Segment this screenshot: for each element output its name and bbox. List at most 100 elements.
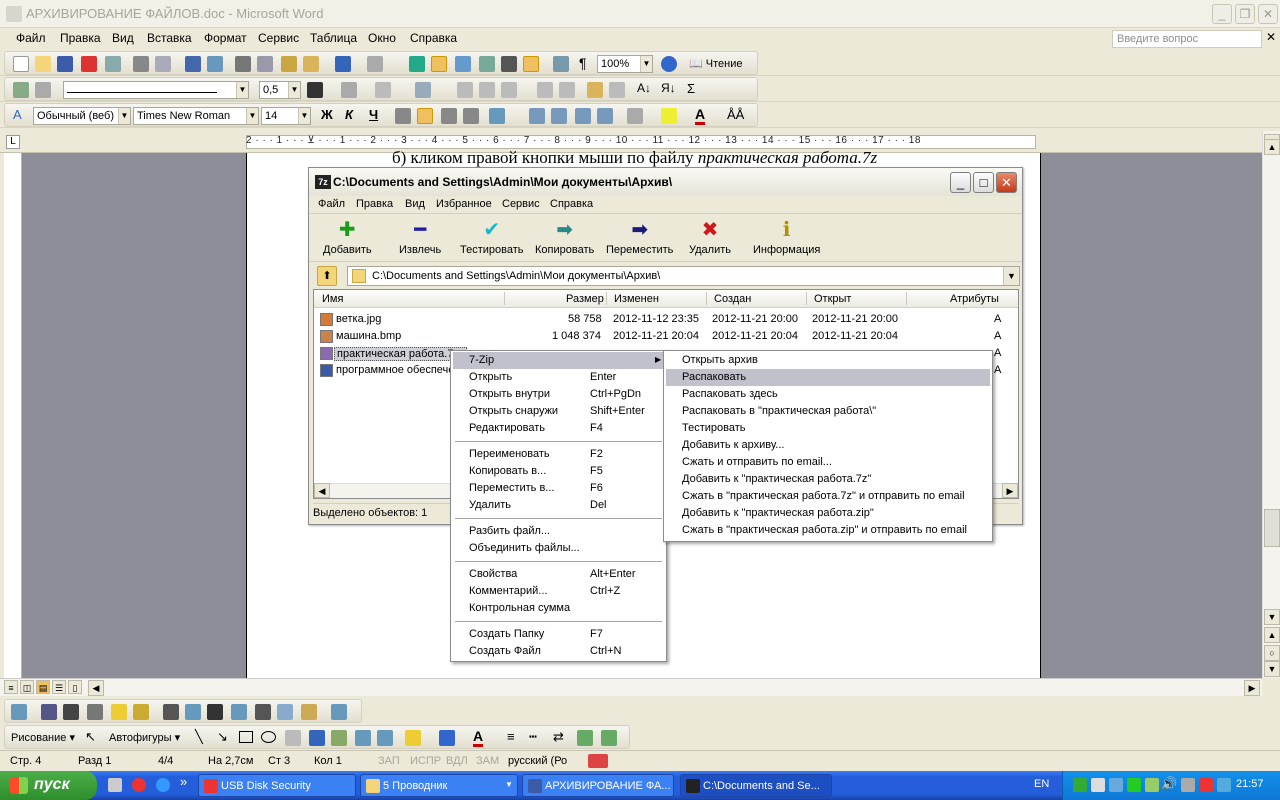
- tab-selector[interactable]: L: [6, 135, 20, 149]
- task-7zip[interactable]: C:\Documents and Se...: [680, 774, 832, 797]
- scroll-down-icon[interactable]: ▼: [1264, 609, 1280, 625]
- 7zip-close-button[interactable]: ✕: [996, 172, 1017, 193]
- zip-copy-button[interactable]: ➡ Копировать: [535, 218, 594, 256]
- font-size-select[interactable]: 14 ▼: [261, 107, 311, 125]
- 7zip-app-icon[interactable]: 7z: [315, 175, 331, 189]
- zip-menu-tools[interactable]: Сервис: [502, 198, 540, 210]
- tray-usb-icon[interactable]: [1217, 778, 1231, 792]
- menu-item-edit[interactable]: Редактировать F4: [453, 420, 664, 437]
- increase-indent-icon[interactable]: [597, 108, 613, 124]
- zip-menu-view[interactable]: Вид: [405, 198, 425, 210]
- task-usb-disk-security[interactable]: USB Disk Security: [198, 774, 356, 797]
- highlight-icon[interactable]: [661, 108, 677, 124]
- 3d-icon[interactable]: [601, 730, 617, 746]
- draw-menu-button[interactable]: Рисование ▾: [11, 731, 75, 744]
- scroll-left-icon[interactable]: ◀: [314, 483, 330, 498]
- start-button[interactable]: пуск: [0, 771, 97, 800]
- tray-network-icon[interactable]: [1073, 778, 1087, 792]
- submenu-extract[interactable]: Распаковать: [666, 369, 990, 386]
- select-browse-icon[interactable]: ○: [1264, 645, 1280, 661]
- submenu-extract-here[interactable]: Распаковать здесь: [666, 386, 990, 403]
- more-contrast-icon[interactable]: [63, 704, 79, 720]
- distribute-columns-icon[interactable]: [559, 82, 575, 98]
- clip-art-icon[interactable]: [355, 730, 371, 746]
- drawing-icon[interactable]: [523, 56, 539, 72]
- menu-help[interactable]: Справка: [410, 31, 457, 45]
- text-box-icon[interactable]: [285, 730, 301, 746]
- menu-edit[interactable]: Правка: [60, 31, 101, 45]
- italic-button[interactable]: К: [345, 107, 353, 122]
- tables-borders-icon[interactable]: [431, 56, 447, 72]
- columns-icon[interactable]: [501, 56, 517, 72]
- submenu-compress-zip-email[interactable]: Сжать в "практическая работа.zip" и отпр…: [666, 522, 990, 539]
- folder-up-icon[interactable]: ⬆: [317, 266, 337, 286]
- next-page-icon[interactable]: ▼: [1264, 661, 1280, 677]
- menu-item-combine[interactable]: Объединить файлы...: [453, 540, 664, 557]
- research-icon[interactable]: [207, 56, 223, 72]
- menu-item-copy-to[interactable]: Копировать в... F5: [453, 463, 664, 480]
- spelling-icon[interactable]: [185, 56, 201, 72]
- task-explorer-group[interactable]: 5 Проводник ▼: [360, 774, 518, 797]
- col-sep[interactable]: [504, 292, 505, 305]
- align-right-icon[interactable]: [441, 108, 457, 124]
- numbering-icon[interactable]: [529, 108, 545, 124]
- permission-icon[interactable]: [81, 56, 97, 72]
- line-spacing-icon[interactable]: [489, 108, 505, 124]
- quicklaunch-ie-icon[interactable]: [156, 778, 170, 792]
- shadow-icon[interactable]: [577, 730, 593, 746]
- more-brightness-icon[interactable]: [111, 704, 127, 720]
- save-icon[interactable]: [57, 56, 73, 72]
- language-indicator[interactable]: EN: [1034, 778, 1049, 790]
- autoformat-icon[interactable]: [587, 82, 603, 98]
- zip-delete-button[interactable]: ✖ Удалить: [689, 218, 731, 256]
- split-cells-icon[interactable]: [479, 82, 495, 98]
- help-icon[interactable]: [661, 56, 677, 72]
- normal-view-icon[interactable]: ≡: [4, 680, 18, 694]
- sort-descending-icon[interactable]: Я↓: [661, 81, 676, 95]
- oval-icon[interactable]: [261, 731, 276, 743]
- word-app-icon[interactable]: [6, 6, 22, 22]
- document-map-icon[interactable]: [553, 56, 569, 72]
- align-center-icon[interactable]: [417, 108, 433, 124]
- tray-security-icon[interactable]: [1127, 778, 1141, 792]
- tray-safely-remove-icon[interactable]: [1181, 778, 1195, 792]
- quicklaunch-desktop-icon[interactable]: [108, 778, 122, 792]
- undo-icon[interactable]: [335, 56, 351, 72]
- status-ovr[interactable]: ЗАМ: [476, 755, 499, 767]
- 7zip-title-bar[interactable]: 7z C:\Documents and Settings\Admin\Мои д…: [309, 168, 1022, 196]
- rectangle-icon[interactable]: [239, 731, 253, 743]
- submenu-compress-7z-email[interactable]: Сжать в "практическая работа.7z" и отпра…: [666, 488, 990, 505]
- select-objects-icon[interactable]: ↖: [85, 729, 96, 745]
- col-attributes[interactable]: Атрибуты: [950, 293, 999, 305]
- reset-picture-icon[interactable]: [331, 704, 347, 720]
- tray-device-icon[interactable]: [1109, 778, 1123, 792]
- bullets-icon[interactable]: [551, 108, 567, 124]
- vertical-ruler[interactable]: [4, 153, 22, 678]
- picture-icon[interactable]: [377, 730, 393, 746]
- wordart-icon[interactable]: [309, 730, 325, 746]
- line-color-icon[interactable]: [439, 730, 455, 746]
- menu-item-rename[interactable]: Переименовать F2: [453, 446, 664, 463]
- col-opened[interactable]: Открыт: [814, 293, 851, 305]
- insert-table2-icon[interactable]: [415, 82, 431, 98]
- word-restore-button[interactable]: ❐: [1235, 4, 1255, 24]
- cut-icon[interactable]: [235, 56, 251, 72]
- show-formatting-icon[interactable]: ¶: [579, 55, 587, 71]
- diagram-icon[interactable]: [331, 730, 347, 746]
- 7zip-maximize-button[interactable]: □: [973, 172, 994, 193]
- menu-item-7zip[interactable]: 7-Zip ▶: [453, 352, 664, 369]
- font-color-icon[interactable]: A: [695, 106, 706, 125]
- submenu-add-to-zip[interactable]: Добавить к "практическая работа.zip": [666, 505, 990, 522]
- tray-app-icon[interactable]: [1145, 778, 1159, 792]
- col-sep[interactable]: [706, 292, 707, 305]
- col-name[interactable]: Имя: [322, 293, 343, 305]
- menu-item-open[interactable]: Открыть Enter: [453, 369, 664, 386]
- close-document-icon[interactable]: ✕: [1266, 30, 1276, 44]
- sort-ascending-icon[interactable]: A↓: [637, 81, 651, 95]
- text-wrapping-icon[interactable]: [255, 704, 271, 720]
- col-sep[interactable]: [806, 292, 807, 305]
- scroll-right-icon[interactable]: ▶: [1002, 483, 1018, 498]
- zip-extract-button[interactable]: ━ Извлечь: [399, 218, 441, 256]
- line-style2-icon[interactable]: ≡: [507, 729, 515, 744]
- word-vertical-scrollbar[interactable]: ▭ ▲ ▼ ▲ ○ ▼: [1262, 131, 1280, 678]
